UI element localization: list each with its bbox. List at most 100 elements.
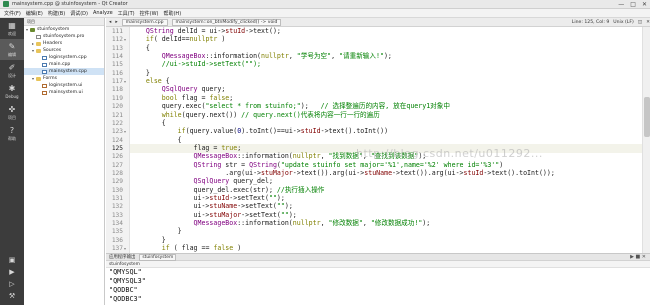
output-line: "QMYSQL3" [109,277,146,285]
window-titlebar: mainsystem.cpp @ stuinfosystem - Qt Crea… [0,0,650,9]
build-icon[interactable]: ⚒ [0,292,24,300]
debug-run-icon[interactable]: ▷ [0,280,24,288]
menu-build[interactable]: 构建(B) [48,10,65,17]
editor-scrollbar-thumb[interactable] [644,97,650,137]
menu-bar: 文件(F) 编辑(E) 构建(B) 调试(D) Analyze 工具(T) 控件… [0,9,650,18]
build-kit-icon[interactable]: ▣ [0,256,24,264]
project-tree: ▾ stuinfosystem stuinfosystem.pro ▸ Headers ▾… [24,26,104,96]
watermark-text: http://blog.csdn.net/u011292... [356,147,543,160]
line-col-indicator[interactable]: Line: 125, Col: 9 [572,20,610,25]
qt-creator-icon [3,1,9,7]
editor-scrollbar[interactable] [642,27,650,253]
mode-project[interactable]: ✜ 项目 [0,102,24,123]
tree-item-label: main.cpp [49,62,71,67]
tree-item[interactable]: main.cpp [24,61,104,68]
tree-item-label: mainsystem.ui [49,90,83,95]
mode-label: 帮助 [8,135,16,141]
tree-item[interactable]: mainsystem.ui [24,89,104,96]
minimize-button[interactable]: — [618,1,624,8]
close-button[interactable]: ✕ [642,1,647,8]
project-icon [30,27,35,32]
help-icon: ? [9,125,15,135]
file-icon [42,90,47,95]
mode-welcome[interactable]: ▦ 欢迎 [0,18,24,39]
output-pane-controls[interactable]: ▶ ■ ✕ [630,254,646,260]
window-title: mainsystem.cpp @ stuinfosystem - Qt Crea… [12,1,128,7]
menu-help[interactable]: 帮助(H) [163,10,181,17]
output-line: "QODBC3" [109,295,142,303]
menu-debug[interactable]: 调试(D) [70,10,88,17]
welcome-icon: ▦ [8,20,16,30]
application-output[interactable]: "QMYSQL""QMYSQL3""QODBC""QODBC3""QPSQL" [106,268,650,305]
menu-window[interactable]: 控件(W) [140,10,159,17]
fold-marker-icon[interactable]: ▾ [124,127,129,136]
file-icon [42,69,47,74]
split-icon[interactable]: ◫ [638,20,642,25]
tree-item-label: stuinfosystem.pro [43,34,85,39]
output-run-label[interactable]: stuinfosystem [106,261,650,268]
folder-icon [36,41,41,46]
edit-icon: ✎ [8,41,16,51]
menu-file[interactable]: 文件(F) [4,10,21,17]
output-line: "QODBC" [109,286,138,294]
back-arrow-icon[interactable]: ◂ [109,20,111,25]
line-ending-indicator[interactable]: Unix (LF) [613,20,634,25]
tree-item[interactable]: ▾ Forms [24,75,104,82]
tree-item[interactable]: loginsystem.cpp [24,54,104,61]
mode-label: 项目 [8,114,16,120]
output-pane-title: 应用程序输出 [109,255,136,260]
project-icon: ✜ [8,104,16,114]
tree-item-label: stuinfosystem [37,27,70,32]
tree-item[interactable]: ▸ Headers [24,40,104,47]
output-tab[interactable]: stuinfosystem [139,253,177,261]
project-panel-header: 项目 [24,18,104,26]
folder-icon [36,48,41,53]
tree-item[interactable]: loginsystem.ui [24,82,104,89]
file-icon [36,34,41,39]
tree-item[interactable]: ▾ stuinfosystem [24,26,104,33]
project-panel: 项目 ▾ stuinfosystem stuinfosystem.pro ▸ Heade… [24,18,105,305]
mode-label: 欢迎 [8,30,16,36]
tree-item-label: Forms [43,76,57,81]
file-icon [42,55,47,60]
code-editor[interactable]: QString delId = ui->stuId->text(); if( d… [106,27,650,253]
tree-item[interactable]: stuinfosystem.pro [24,33,104,40]
run-icon[interactable]: ▶ [0,268,24,276]
design-icon: ✐ [8,62,16,72]
mode-edit[interactable]: ✎ 编辑 [0,39,24,60]
maximize-button[interactable]: □ [630,1,636,8]
menu-tools[interactable]: 工具(T) [118,10,135,17]
tree-item-label: mainsystem.cpp [49,69,87,74]
menu-edit[interactable]: 编辑(E) [26,10,43,17]
tree-item-label: loginsystem.ui [49,83,83,88]
fold-marker-icon[interactable]: ▾ [124,35,129,44]
open-document-selector[interactable]: mainsystem.cpp [121,18,168,26]
tree-item-label: Sources [43,48,62,53]
close-document-icon[interactable]: ✕ [646,20,650,25]
mode-label: 设计 [8,72,16,78]
code-line[interactable]: if ( flag == false ) [130,244,642,253]
mode-help[interactable]: ? 帮助 [0,123,24,144]
mode-debug[interactable]: ✱ Debug [0,81,24,102]
fold-marker-icon[interactable]: ▾ [124,77,129,86]
tree-item[interactable]: ▾ Sources [24,47,104,54]
code-text-area[interactable]: QString delId = ui->stuId->text(); if( d… [130,27,642,253]
menu-analyze[interactable]: Analyze [93,10,113,16]
fold-marker-icon[interactable]: ▾ [124,244,129,253]
window-controls: — □ ✕ [618,1,647,8]
tree-item[interactable]: mainsystem.cpp [24,68,104,75]
file-icon [42,83,47,88]
file-icon [42,62,47,67]
forward-arrow-icon[interactable]: ▸ [115,20,117,25]
output-pane-header: 应用程序输出 stuinfosystem ▶ ■ ✕ [106,253,650,261]
debug-icon: ✱ [8,84,16,93]
symbol-selector[interactable]: mainsystem::on_btnModify_clicked() -> vo… [171,18,282,26]
mode-design[interactable]: ✐ 设计 [0,60,24,81]
output-line: "QMYSQL" [109,268,142,276]
folder-icon [36,76,41,81]
tree-item-label: loginsystem.cpp [49,55,87,60]
line-number: 137 [111,245,123,253]
tree-item-label: Headers [43,41,63,46]
editor-toolbar: ◂ ▸ mainsystem.cpp mainsystem::on_btnMod… [106,18,650,27]
mode-label: Debug [5,94,19,99]
